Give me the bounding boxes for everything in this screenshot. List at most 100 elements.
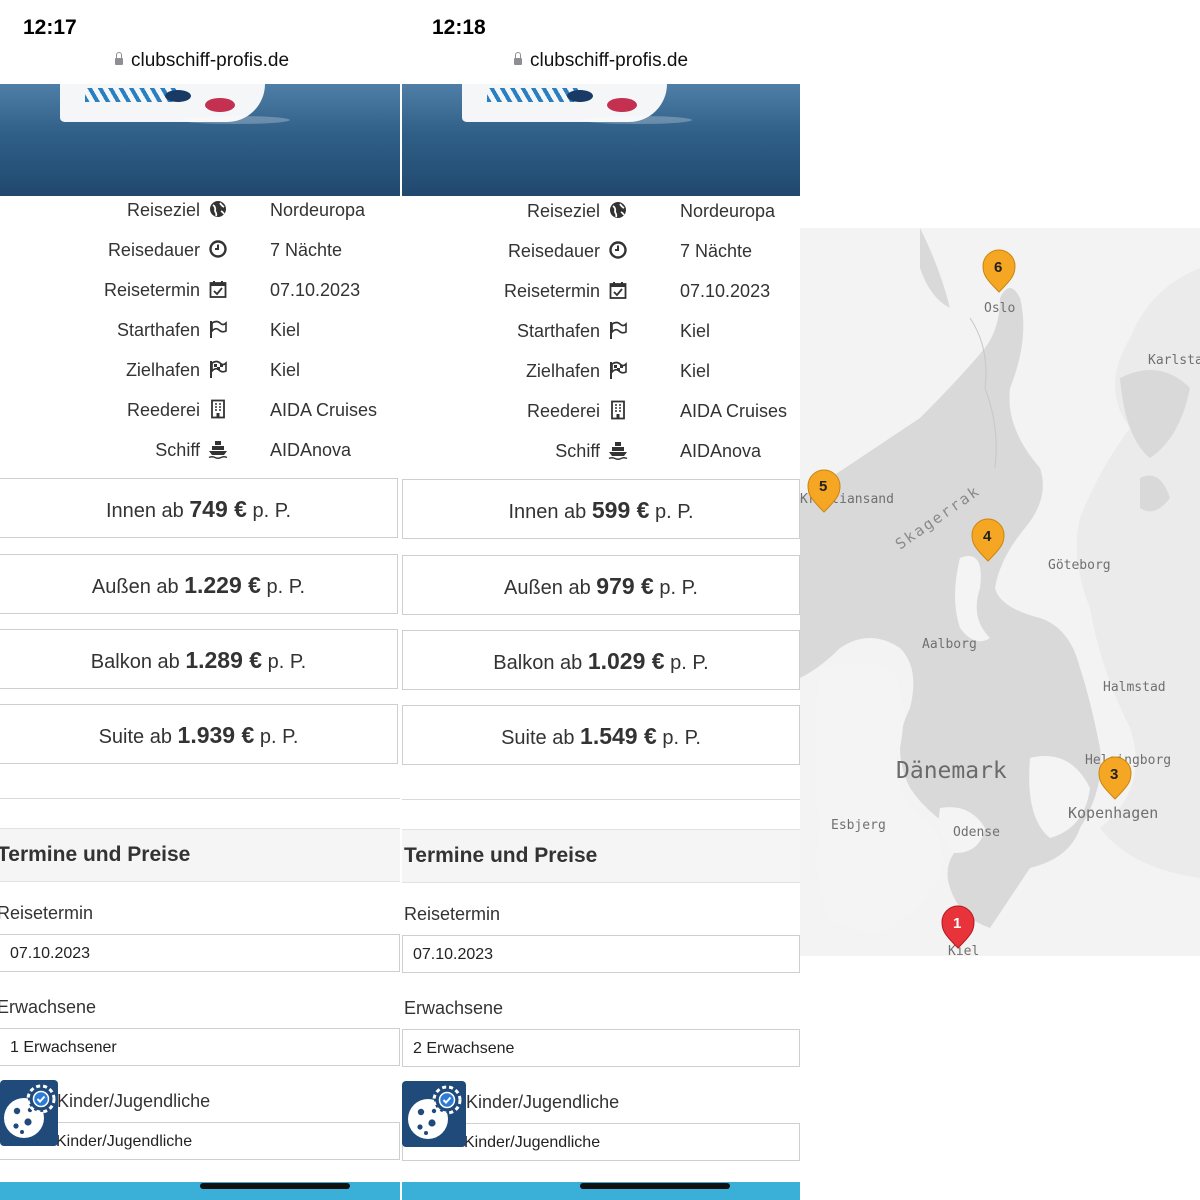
- info-row-starthafen: Starthafen Kiel: [0, 310, 400, 350]
- date-label: Reisetermin: [404, 904, 501, 924]
- section-header: Termine und Preise: [402, 829, 800, 883]
- price-option-balkon[interactable]: Balkon ab 1.289 € p. P.: [0, 629, 398, 689]
- price-option-aussen[interactable]: Außen ab 1.229 € p. P.: [0, 554, 398, 614]
- info-label: Starthafen: [516, 321, 600, 341]
- info-value: 7 Nächte: [270, 240, 343, 260]
- date-select[interactable]: 07.10.2023: [402, 935, 800, 973]
- info-row-reisedauer: Reisedauer 7 Nächte: [0, 230, 400, 270]
- cookie-icon: [4, 1084, 56, 1138]
- ship-hero-image: [402, 84, 800, 196]
- map-label-halmstad: Halmstad: [1103, 680, 1166, 695]
- info-label: Reisetermin: [503, 281, 600, 301]
- route-map[interactable]: Oslo Karlstad Göteborg Aalborg Halmstad …: [800, 228, 1200, 956]
- info-row-schiff: Schiff AIDAnova: [0, 430, 400, 470]
- calendar-check-icon: [608, 280, 628, 300]
- info-row-zielhafen: Zielhafen Kiel: [0, 350, 400, 390]
- children-label: Kinder/Jugendliche: [57, 1091, 211, 1111]
- info-row-starthafen: Starthafen Kiel: [402, 311, 800, 351]
- lock-icon: [513, 52, 522, 65]
- flag-icon: [608, 320, 628, 340]
- info-row-reisetermin: Reisetermin 07.10.2023: [0, 270, 400, 310]
- price-amount: 1.289 €: [185, 647, 263, 673]
- home-indicator: [580, 1183, 730, 1189]
- divider: [0, 798, 400, 799]
- svg-text:5: 5: [819, 478, 827, 495]
- price-option-balkon[interactable]: Balkon ab 1.029 € p. P.: [402, 630, 800, 690]
- info-label: Reisedauer: [107, 240, 200, 260]
- adults-label: Erwachsene: [0, 997, 97, 1017]
- info-row-schiff: Schiff AIDAnova: [402, 431, 800, 471]
- section-header: Termine und Preise: [0, 828, 400, 882]
- price-amount: 1.029 €: [587, 648, 665, 674]
- info-label: Zielhafen: [125, 360, 200, 380]
- price-amount: 979 €: [596, 573, 654, 599]
- date-select[interactable]: 07.10.2023: [0, 934, 400, 972]
- info-value: AIDAnova: [680, 441, 762, 461]
- price-option-innen[interactable]: Innen ab 599 € p. P.: [402, 479, 800, 539]
- info-row-reiseziel: Reiseziel Nordeuropa: [0, 190, 400, 230]
- adults-select[interactable]: 1 Erwachsener: [0, 1028, 400, 1066]
- info-value: Nordeuropa: [680, 201, 776, 221]
- info-value: AIDA Cruises: [680, 401, 788, 421]
- cookie-icon: [408, 1085, 462, 1139]
- lock-icon: [114, 52, 123, 65]
- info-value: Kiel: [270, 360, 301, 380]
- info-label: Starthafen: [116, 320, 200, 340]
- info-label: Schiff: [555, 441, 600, 461]
- info-value: AIDA Cruises: [270, 400, 378, 420]
- section-title: Termine und Preise: [404, 844, 598, 867]
- cookie-settings-button[interactable]: [402, 1081, 466, 1147]
- address-bar[interactable]: clubschiff-profis.de: [2, 50, 400, 72]
- info-row-reederei: Reederei AIDA Cruises: [0, 390, 400, 430]
- checkered-flag-icon: [208, 359, 228, 379]
- home-indicator: [200, 1183, 350, 1189]
- info-value: Kiel: [270, 320, 301, 340]
- status-time: 12:17: [23, 16, 77, 39]
- price-option-innen[interactable]: Innen ab 749 € p. P.: [0, 478, 398, 538]
- svg-text:1: 1: [953, 915, 961, 932]
- ship-icon: [608, 440, 628, 460]
- price-option-suite[interactable]: Suite ab 1.939 € p. P.: [0, 704, 398, 764]
- map-canvas: Oslo Karlstad Göteborg Aalborg Halmstad …: [800, 228, 1200, 956]
- clock-icon: [608, 240, 628, 260]
- info-row-reiseziel: Reiseziel Nordeuropa: [402, 191, 800, 231]
- section-title: Termine und Preise: [0, 843, 191, 866]
- info-value: 7 Nächte: [680, 241, 753, 261]
- info-row-reisetermin: Reisetermin 07.10.2023: [402, 271, 800, 311]
- children-label: Kinder/Jugendliche: [466, 1092, 620, 1112]
- info-value: Kiel: [680, 321, 711, 341]
- flag-icon: [208, 319, 228, 339]
- svg-text:4: 4: [983, 528, 992, 545]
- map-label-aalborg: Aalborg: [922, 637, 977, 652]
- info-label: Zielhafen: [525, 361, 600, 381]
- screenshot-panel-2: 12:18 clubschiff-profis.de Reiseziel Nor…: [402, 0, 800, 1200]
- info-value: 07.10.2023: [680, 281, 771, 301]
- ship-hero-image: [0, 84, 400, 196]
- children-select[interactable]: Kinder/Jugendliche: [0, 1122, 400, 1160]
- screenshot-panel-1: 12:17 clubschiff-profis.de Reiseziel Nor…: [0, 0, 400, 1200]
- info-value: AIDAnova: [270, 440, 352, 460]
- adults-select[interactable]: 2 Erwachsene: [402, 1029, 800, 1067]
- info-row-zielhafen: Zielhafen Kiel: [402, 351, 800, 391]
- url-text: clubschiff-profis.de: [529, 50, 689, 71]
- map-label-esbjerg: Esbjerg: [831, 818, 886, 833]
- price-option-aussen[interactable]: Außen ab 979 € p. P.: [402, 555, 800, 615]
- checkered-flag-icon: [608, 360, 628, 380]
- status-time: 12:18: [432, 16, 486, 39]
- globe-icon: [208, 199, 228, 219]
- cookie-settings-button[interactable]: [0, 1080, 58, 1146]
- info-row-reisedauer: Reisedauer 7 Nächte: [402, 231, 800, 271]
- clock-icon: [208, 239, 228, 259]
- price-amount: 1.229 €: [184, 572, 261, 598]
- map-label-goteborg: Göteborg: [1048, 558, 1111, 573]
- address-bar[interactable]: clubschiff-profis.de: [402, 50, 800, 72]
- info-label: Reisetermin: [103, 280, 200, 300]
- price-amount: 749 €: [189, 496, 247, 522]
- date-label: Reisetermin: [0, 903, 94, 923]
- adults-label: Erwachsene: [404, 998, 504, 1018]
- info-label: Reiseziel: [126, 200, 200, 220]
- globe-icon: [608, 200, 628, 220]
- info-label: Schiff: [155, 440, 200, 460]
- calendar-check-icon: [208, 279, 228, 299]
- price-option-suite[interactable]: Suite ab 1.549 € p. P.: [402, 705, 800, 765]
